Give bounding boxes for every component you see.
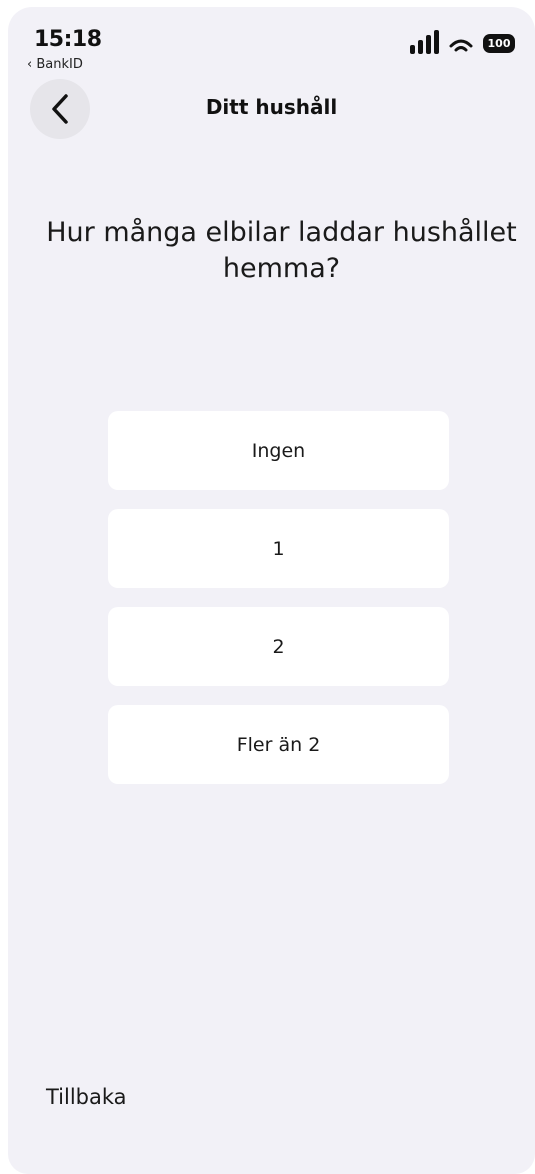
return-to-app-link[interactable]: ‹ BankID <box>27 57 83 72</box>
page-title: Ditt hushåll <box>205 95 338 119</box>
battery-icon: 100 <box>483 34 515 53</box>
option-two[interactable]: 2 <box>108 607 449 686</box>
option-more-than-two[interactable]: Fler än 2 <box>108 705 449 784</box>
option-none[interactable]: Ingen <box>108 411 449 490</box>
app-screen: 15:18 ‹ BankID 100 Ditt hushåll Hur mång… <box>8 7 535 1174</box>
answer-options: Ingen 1 2 Fler än 2 <box>108 411 449 803</box>
cellular-signal-icon <box>410 30 439 54</box>
wifi-icon <box>449 39 473 52</box>
question-heading: Hur många elbilar laddar hushållet hemma… <box>46 217 517 284</box>
option-one[interactable]: 1 <box>108 509 449 588</box>
footer-back-button[interactable]: Tillbaka <box>46 1085 127 1109</box>
status-time: 15:18 <box>34 27 102 52</box>
status-icons: 100 <box>410 24 515 54</box>
